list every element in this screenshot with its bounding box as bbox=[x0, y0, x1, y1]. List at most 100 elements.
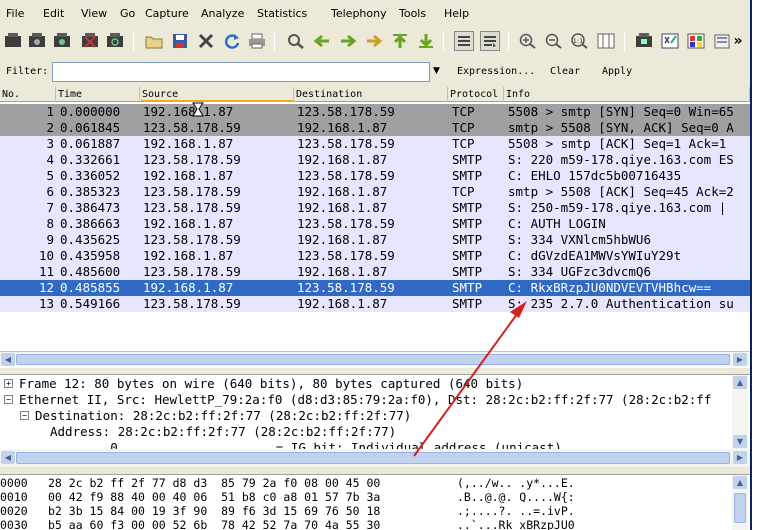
packet-time-cell: 0.435625 bbox=[60, 232, 121, 247]
packet-bytes[interactable]: 0000 28 2c b2 ff 2f 77 d8 d3 85 79 2a f0 … bbox=[0, 474, 750, 530]
print-icon[interactable] bbox=[247, 31, 267, 51]
packet-proto-cell: SMTP bbox=[452, 280, 483, 295]
packet-proto-cell: SMTP bbox=[452, 248, 483, 263]
column-header-info[interactable]: Info bbox=[504, 87, 750, 102]
start-capture-icon[interactable] bbox=[52, 31, 72, 51]
packet-proto-cell: SMTP bbox=[452, 232, 483, 247]
stop-capture-icon[interactable] bbox=[80, 31, 100, 51]
interface-list-icon[interactable] bbox=[3, 31, 23, 51]
packet-time-cell: 0.386473 bbox=[60, 200, 121, 215]
packet-row[interactable]: 4 0.332661 123.58.178.59 192.168.1.87 SMTP S:… bbox=[0, 152, 750, 168]
scroll-left-icon[interactable]: ◀ bbox=[1, 451, 15, 464]
packet-row[interactable]: 11 0.485600 123.58.178.59 192.168.1.87 SMTP S… bbox=[0, 264, 750, 280]
packet-list[interactable]: No. Time Source Destination Protocol Inf… bbox=[0, 87, 750, 368]
expand-frame-icon[interactable]: + bbox=[4, 379, 13, 388]
menu-tools[interactable]: Tools bbox=[399, 7, 426, 20]
packet-row[interactable]: 8 0.386663 192.168.1.87 123.58.178.59 SMTP C:… bbox=[0, 216, 750, 232]
packet-row[interactable]: 2 0.061845 123.58.178.59 192.168.1.87 TCP smt… bbox=[0, 120, 750, 136]
menu-view[interactable]: View bbox=[81, 7, 107, 20]
toolbar-overflow-icon[interactable]: » bbox=[728, 31, 748, 51]
capture-filters-icon[interactable] bbox=[634, 31, 654, 51]
detail-address-row[interactable]: Address: 28:2c:b2:ff:2f:77 (28:2c:b2:ff:… bbox=[50, 424, 396, 440]
go-back-icon[interactable] bbox=[312, 31, 332, 51]
packet-src-cell: 123.58.178.59 bbox=[143, 200, 241, 215]
collapse-ethernet-icon[interactable]: − bbox=[4, 395, 13, 404]
packet-details[interactable]: + Frame 12: 80 bytes on wire (640 bits),… bbox=[0, 374, 750, 449]
zoom-out-icon[interactable] bbox=[544, 31, 564, 51]
detail-hscroll-thumb[interactable] bbox=[16, 452, 730, 464]
menu-capture[interactable]: Capture bbox=[145, 7, 189, 20]
bytes-vscrollbar[interactable]: ▲ bbox=[732, 475, 748, 530]
menu-edit[interactable]: Edit bbox=[43, 7, 64, 20]
display-filters-icon[interactable] bbox=[660, 31, 680, 51]
column-header-no[interactable]: No. bbox=[0, 87, 56, 102]
clear-button[interactable]: Clear bbox=[550, 66, 580, 77]
packet-time-cell: 0.485600 bbox=[60, 264, 121, 279]
filter-dropdown-icon[interactable]: ▼ bbox=[433, 66, 440, 76]
menu-go[interactable]: Go bbox=[120, 7, 135, 20]
column-header-destination[interactable]: Destination bbox=[294, 87, 448, 102]
packet-no-cell: 4 bbox=[46, 152, 54, 167]
packet-row[interactable]: 7 0.386473 123.58.178.59 192.168.1.87 SMTP S:… bbox=[0, 200, 750, 216]
packet-list-hscrollbar[interactable]: ◀ ▶ bbox=[0, 351, 750, 366]
packet-row[interactable]: 13 0.549166 123.58.178.59 192.168.1.87 SMTP S… bbox=[0, 296, 750, 312]
packet-proto-cell: SMTP bbox=[452, 152, 483, 167]
coloring-rules-icon[interactable] bbox=[686, 31, 706, 51]
auto-scroll-icon[interactable] bbox=[480, 31, 500, 51]
column-header-protocol[interactable]: Protocol bbox=[448, 87, 504, 102]
colorize-list-icon[interactable] bbox=[454, 31, 474, 51]
filter-input[interactable] bbox=[52, 62, 430, 82]
close-file-icon[interactable] bbox=[196, 31, 216, 51]
scroll-up-icon[interactable]: ▲ bbox=[733, 376, 747, 389]
packet-proto-cell: SMTP bbox=[452, 200, 483, 215]
detail-hscrollbar[interactable]: ◀ ▶ bbox=[0, 449, 750, 467]
go-to-packet-icon[interactable] bbox=[364, 31, 384, 51]
scroll-down-icon[interactable]: ▼ bbox=[733, 435, 747, 448]
apply-button[interactable]: Apply bbox=[602, 66, 632, 77]
expression-button[interactable]: Expression... bbox=[457, 66, 535, 77]
scroll-right-icon[interactable]: ▶ bbox=[733, 451, 747, 464]
scroll-up-icon[interactable]: ▲ bbox=[733, 476, 747, 489]
open-file-icon[interactable] bbox=[144, 31, 164, 51]
find-packet-icon[interactable] bbox=[286, 31, 306, 51]
menu-telephony[interactable]: Telephony bbox=[331, 7, 387, 20]
packet-src-cell: 192.168.1.87 bbox=[143, 216, 234, 231]
packet-dst-cell: 192.168.1.87 bbox=[297, 232, 388, 247]
detail-vscrollbar[interactable]: ▲ ▼ bbox=[732, 375, 748, 449]
detail-igbit-row[interactable]: .... ...0 .... .... .... .... = IG bit: … bbox=[50, 440, 562, 449]
collapse-destination-icon[interactable]: − bbox=[20, 411, 29, 420]
packet-no-cell: 11 bbox=[38, 264, 54, 279]
go-first-icon[interactable] bbox=[390, 31, 410, 51]
scroll-right-icon[interactable]: ▶ bbox=[733, 353, 747, 366]
packet-row[interactable]: 12 0.485855 192.168.1.87 123.58.178.59 SMTP C… bbox=[0, 280, 750, 296]
menu-statistics[interactable]: Statistics bbox=[257, 7, 307, 20]
packet-list-hscroll-thumb[interactable] bbox=[16, 354, 730, 365]
column-header-time[interactable]: Time bbox=[56, 87, 140, 102]
go-last-icon[interactable] bbox=[416, 31, 436, 51]
packet-row[interactable]: 9 0.435625 123.58.178.59 192.168.1.87 SMTP S:… bbox=[0, 232, 750, 248]
packet-row[interactable]: 10 0.435958 192.168.1.87 123.58.178.59 SMTP C… bbox=[0, 248, 750, 264]
packet-src-cell: 123.58.178.59 bbox=[143, 296, 241, 311]
bytes-vscroll-thumb[interactable] bbox=[734, 493, 746, 523]
packet-row[interactable]: 3 0.061887 192.168.1.87 123.58.178.59 TCP 550… bbox=[0, 136, 750, 152]
restart-capture-icon[interactable] bbox=[105, 31, 125, 51]
packet-row[interactable]: 1 0.000000 192.168.1.87 123.58.178.59 TCP 550… bbox=[0, 104, 750, 120]
packet-row[interactable]: 6 0.385323 123.58.178.59 192.168.1.87 TCP smt… bbox=[0, 184, 750, 200]
packet-dst-cell: 192.168.1.87 bbox=[297, 184, 388, 199]
menu-help[interactable]: Help bbox=[444, 7, 469, 20]
go-forward-icon[interactable] bbox=[338, 31, 358, 51]
zoom-reset-icon[interactable]: 1:1 bbox=[570, 31, 590, 51]
capture-options-icon[interactable] bbox=[27, 31, 47, 51]
scroll-left-icon[interactable]: ◀ bbox=[1, 353, 15, 366]
packet-row[interactable]: 5 0.336052 192.168.1.87 123.58.178.59 SMTP C:… bbox=[0, 168, 750, 184]
packet-dst-cell: 192.168.1.87 bbox=[297, 152, 388, 167]
zoom-in-icon[interactable] bbox=[518, 31, 538, 51]
bytes-ascii: (,../w.. .y*...E. bbox=[457, 476, 575, 490]
menu-analyze[interactable]: Analyze bbox=[201, 7, 244, 20]
packet-dst-cell: 123.58.178.59 bbox=[297, 280, 395, 295]
resize-columns-icon[interactable] bbox=[596, 31, 616, 51]
menu-file[interactable]: File bbox=[6, 7, 24, 20]
reload-icon[interactable] bbox=[222, 31, 242, 51]
packet-src-cell: 123.58.178.59 bbox=[143, 184, 241, 199]
save-file-icon[interactable] bbox=[170, 31, 190, 51]
